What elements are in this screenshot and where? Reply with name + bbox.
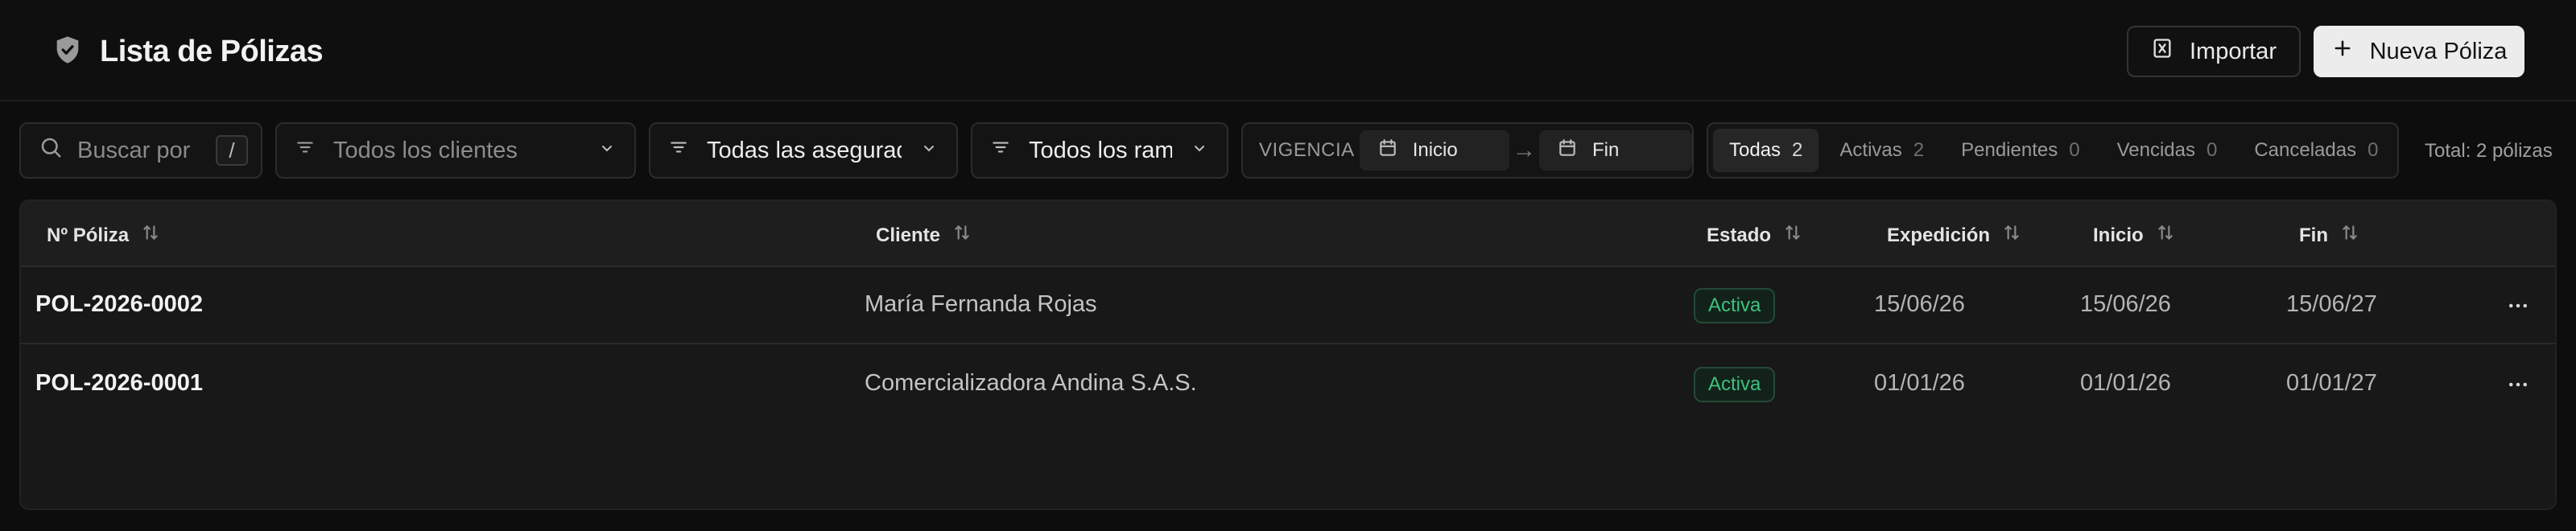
insurers-select[interactable]: Todas las aseguradoras bbox=[649, 122, 958, 179]
policies-table: Nº Póliza Cliente Estado Expedición Inic… bbox=[19, 200, 2557, 510]
sort-icon bbox=[952, 222, 972, 249]
start-date-placeholder: Inicio bbox=[1412, 139, 1458, 161]
page-title: Lista de Pólizas bbox=[100, 34, 324, 68]
search-placeholder: Buscar por bbox=[77, 137, 191, 163]
column-header-inicio[interactable]: Inicio bbox=[2093, 222, 2176, 249]
more-options-icon[interactable] bbox=[2500, 367, 2536, 402]
column-header-fin[interactable]: Fin bbox=[2299, 222, 2360, 249]
total-count: Total: 2 pólizas bbox=[2425, 140, 2553, 162]
table-row[interactable]: POL-2026-0001 Comercializadora Andina S.… bbox=[21, 346, 2555, 423]
column-label: Cliente bbox=[876, 224, 941, 246]
chevron-down-icon bbox=[919, 138, 939, 164]
column-header-estado[interactable]: Estado bbox=[1707, 222, 1803, 249]
search-shortcut-key: / bbox=[216, 135, 248, 166]
sort-icon bbox=[2155, 222, 2176, 249]
plus-icon bbox=[2331, 37, 2354, 66]
status-tabs: Todas 2 Activas 2 Pendientes 0 Vencidas … bbox=[1707, 122, 2399, 179]
table-row[interactable]: POL-2026-0002 María Fernanda Rojas Activ… bbox=[21, 267, 2555, 344]
column-label: Nº Póliza bbox=[47, 224, 130, 246]
status-badge: Activa bbox=[1694, 288, 1776, 323]
table-header: Nº Póliza Cliente Estado Expedición Inic… bbox=[21, 201, 2555, 267]
client-name: Comercializadora Andina S.A.S. bbox=[865, 370, 1197, 396]
tab-vencidas[interactable]: Vencidas 0 bbox=[2101, 129, 2234, 172]
end-date: 15/06/27 bbox=[2286, 291, 2377, 317]
sort-icon bbox=[2001, 222, 2022, 249]
tab-canceladas[interactable]: Canceladas 0 bbox=[2238, 129, 2394, 172]
search-icon bbox=[39, 135, 63, 166]
column-header-cliente[interactable]: Cliente bbox=[876, 222, 972, 249]
start-date-input[interactable]: Inicio bbox=[1359, 130, 1509, 171]
start-date: 01/01/26 bbox=[2080, 370, 2171, 396]
calendar-icon bbox=[1557, 138, 1578, 164]
tab-count: 0 bbox=[2206, 139, 2218, 161]
title-group: Lista de Pólizas bbox=[52, 32, 324, 71]
client-name: María Fernanda Rojas bbox=[865, 291, 1097, 317]
calendar-icon bbox=[1377, 138, 1398, 164]
new-policy-button[interactable]: Nueva Póliza bbox=[2314, 26, 2524, 77]
page-header: Lista de Pólizas Importar Nueva Póliza bbox=[0, 0, 2576, 101]
column-label: Expedición bbox=[1887, 224, 1991, 246]
tab-count: 2 bbox=[1913, 139, 1925, 161]
tab-label: Todas bbox=[1729, 139, 1781, 161]
filter-icon bbox=[295, 137, 316, 164]
shield-icon bbox=[52, 34, 84, 70]
vigencia-range: VIGENCIA Inicio → Fin bbox=[1241, 122, 1694, 179]
insurers-select-value: Todas las aseguradoras bbox=[707, 137, 902, 163]
new-policy-button-label: Nueva Póliza bbox=[2369, 38, 2508, 64]
column-header-expedicion[interactable]: Expedición bbox=[1887, 222, 2022, 249]
vigencia-label: VIGENCIA bbox=[1259, 139, 1355, 161]
ramos-select-value: Todos los ramos bbox=[1029, 137, 1172, 163]
issue-date: 15/06/26 bbox=[1874, 291, 1965, 317]
column-label: Estado bbox=[1707, 224, 1772, 246]
chevron-down-icon bbox=[1190, 138, 1209, 164]
tab-label: Pendientes bbox=[1961, 139, 2058, 161]
sort-icon bbox=[2339, 222, 2360, 249]
ramos-select[interactable]: Todos los ramos bbox=[971, 122, 1228, 179]
filter-bar: Buscar por / Todos los clientes Todas la… bbox=[0, 121, 2576, 182]
import-button-label: Importar bbox=[2190, 38, 2277, 64]
search-input[interactable]: Buscar por / bbox=[19, 122, 262, 179]
policy-number[interactable]: POL-2026-0002 bbox=[35, 291, 203, 318]
tab-count: 0 bbox=[2069, 139, 2080, 161]
filter-icon bbox=[668, 137, 689, 164]
end-date-input[interactable]: Fin bbox=[1538, 130, 1692, 171]
filter-icon bbox=[990, 137, 1011, 164]
column-header-numero[interactable]: Nº Póliza bbox=[47, 222, 161, 249]
column-label: Fin bbox=[2299, 224, 2328, 246]
sort-icon bbox=[1782, 222, 1803, 249]
status-badge: Activa bbox=[1694, 367, 1776, 402]
column-label: Inicio bbox=[2093, 224, 2144, 246]
start-date: 15/06/26 bbox=[2080, 291, 2171, 317]
arrow-right-icon: → bbox=[1512, 137, 1537, 163]
tab-todas[interactable]: Todas 2 bbox=[1713, 129, 1819, 172]
import-button[interactable]: Importar bbox=[2127, 26, 2301, 77]
tab-label: Vencidas bbox=[2116, 139, 2195, 161]
clients-select-value: Todos los clientes bbox=[333, 137, 518, 163]
more-options-icon[interactable] bbox=[2500, 288, 2536, 323]
sort-icon bbox=[140, 222, 161, 249]
tab-count: 2 bbox=[1792, 139, 1803, 161]
tab-pendientes[interactable]: Pendientes 0 bbox=[1945, 129, 2095, 172]
end-date: 01/01/27 bbox=[2286, 370, 2377, 396]
end-date-placeholder: Fin bbox=[1591, 139, 1620, 161]
issue-date: 01/01/26 bbox=[1874, 370, 1965, 396]
chevron-down-icon bbox=[597, 138, 617, 164]
tab-label: Activas bbox=[1839, 139, 1902, 161]
tab-label: Canceladas bbox=[2254, 139, 2357, 161]
clients-select[interactable]: Todos los clientes bbox=[275, 122, 636, 179]
excel-file-icon bbox=[2151, 37, 2174, 66]
tab-activas[interactable]: Activas 2 bbox=[1823, 129, 1940, 172]
policy-number[interactable]: POL-2026-0001 bbox=[35, 370, 203, 397]
tab-count: 0 bbox=[2368, 139, 2379, 161]
